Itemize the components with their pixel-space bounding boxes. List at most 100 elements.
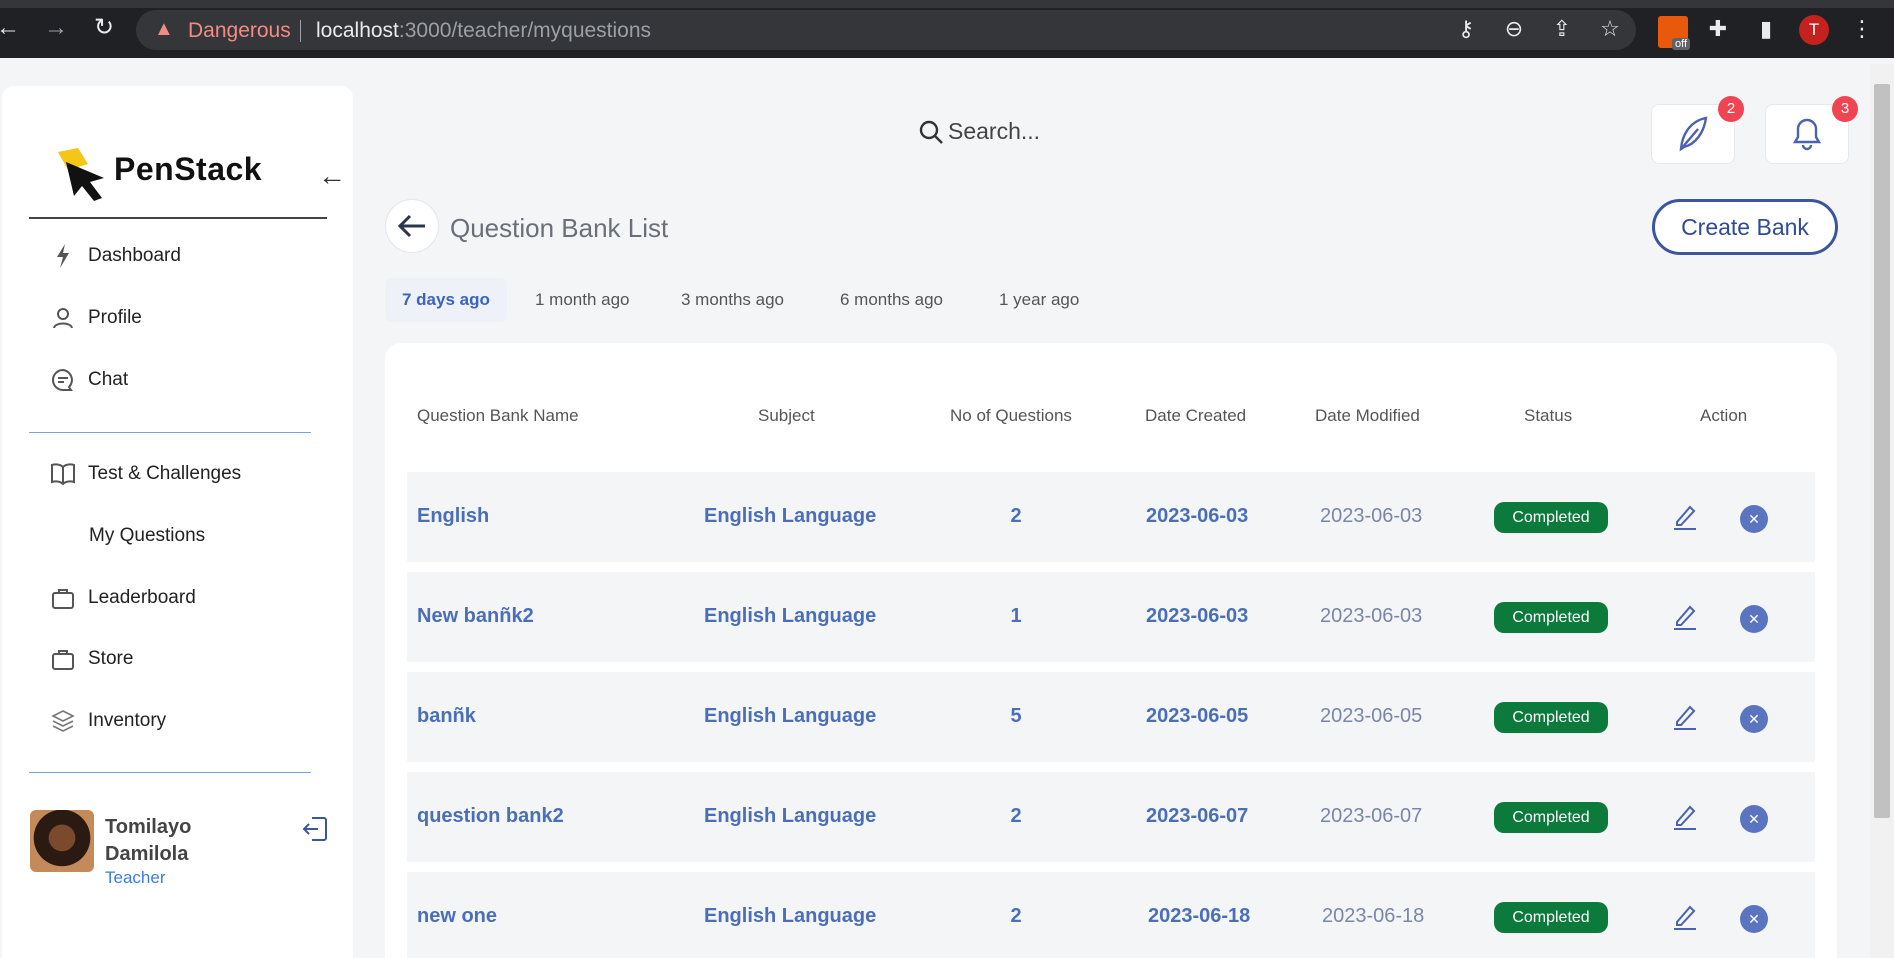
sidebar-item-profile[interactable]: Profile: [50, 302, 142, 334]
edit-icon[interactable]: [1672, 603, 1698, 631]
bell-icon: [1792, 118, 1822, 151]
bank-name[interactable]: banñk: [417, 705, 476, 728]
url-host: localhost: [316, 19, 399, 42]
tab-strip: [0, 0, 1894, 8]
sidebar-item-my-questions[interactable]: My Questions: [89, 520, 205, 552]
bank-subject: English Language: [704, 705, 877, 727]
tab-6-months[interactable]: 6 months ago: [823, 278, 960, 322]
forward-nav-icon[interactable]: →: [42, 14, 70, 42]
sidebar-item-store[interactable]: Store: [50, 643, 133, 675]
status-badge: Completed: [1494, 602, 1608, 633]
delete-icon[interactable]: ✕: [1740, 605, 1768, 633]
scrollbar-thumb[interactable]: [1874, 84, 1890, 818]
sidepanel-icon[interactable]: ▮: [1752, 16, 1780, 42]
bank-name[interactable]: New banñk2: [417, 605, 534, 628]
browser-profile-avatar[interactable]: T: [1799, 15, 1829, 45]
security-label: Dangerous: [188, 19, 291, 42]
tab-3-months[interactable]: 3 months ago: [664, 278, 801, 322]
bank-name[interactable]: new one: [417, 905, 497, 928]
tab-7-days[interactable]: 7 days ago: [385, 278, 507, 322]
sidebar-item-label: Profile: [88, 307, 142, 328]
sidebar-item-leaderboard[interactable]: Leaderboard: [50, 582, 196, 614]
create-bank-button[interactable]: Create Bank: [1652, 199, 1838, 255]
bank-created: 2023-06-03: [1146, 505, 1249, 527]
sidebar-item-test-challenges[interactable]: Test & Challenges: [50, 458, 241, 490]
sidebar-item-dashboard[interactable]: Dashboard: [50, 240, 181, 272]
address-bar[interactable]: ▲ Dangerous localhost:3000/teacher/myque…: [136, 10, 1636, 50]
bank-modified: 2023-06-18: [1322, 905, 1425, 927]
penstack-logo-icon: [58, 148, 104, 201]
reload-icon[interactable]: ↻: [90, 14, 118, 42]
share-icon[interactable]: ⇪: [1548, 16, 1576, 42]
search-bar[interactable]: Search...: [918, 118, 1040, 145]
warning-icon: ▲: [154, 18, 174, 40]
sidebar-item-chat[interactable]: Chat: [50, 364, 128, 396]
extension-icon[interactable]: off: [1658, 16, 1690, 50]
sidebar-item-inventory[interactable]: Inventory: [50, 705, 166, 737]
messages-badge: 2: [1718, 96, 1744, 122]
edit-icon[interactable]: [1672, 803, 1698, 831]
sidebar-item-label: Leaderboard: [88, 587, 196, 608]
edit-icon[interactable]: [1672, 903, 1698, 931]
delete-icon[interactable]: ✕: [1740, 905, 1768, 933]
bank-modified: 2023-06-05: [1320, 705, 1423, 727]
bank-created: 2023-06-18: [1148, 905, 1251, 927]
messages-button[interactable]: 2: [1651, 96, 1744, 164]
bank-subject: English Language: [704, 505, 877, 527]
delete-icon[interactable]: ✕: [1740, 805, 1768, 833]
bank-name[interactable]: question bank2: [417, 805, 564, 828]
collapse-sidebar-icon[interactable]: ←: [318, 160, 346, 192]
sidebar: PenStack ← Dashboard Profile Chat Test &…: [2, 86, 353, 958]
notifications-button[interactable]: 3: [1765, 96, 1858, 164]
bank-name[interactable]: English: [417, 505, 489, 528]
user-role: Teacher: [105, 868, 166, 887]
sidebar-item-label: My Questions: [89, 525, 206, 546]
edit-icon[interactable]: [1672, 503, 1698, 531]
url-text: localhost:3000/teacher/myquestions: [316, 19, 651, 43]
bank-modified: 2023-06-07: [1320, 805, 1423, 827]
zoom-icon[interactable]: ⊖: [1500, 16, 1528, 42]
key-icon[interactable]: ⚷: [1452, 16, 1480, 42]
page-scrollbar[interactable]: [1870, 64, 1894, 958]
search-placeholder: Search...: [948, 118, 1041, 144]
status-badge: Completed: [1494, 902, 1608, 933]
column-header-created: Date Created: [1145, 406, 1247, 425]
star-icon[interactable]: ☆: [1596, 16, 1624, 42]
bank-subject: English Language: [704, 905, 877, 927]
bank-created: 2023-06-05: [1146, 705, 1249, 727]
url-path: :3000/teacher/myquestions: [398, 19, 652, 42]
status-badge: Completed: [1494, 702, 1608, 733]
column-header-action: Action: [1700, 406, 1748, 425]
bank-subject: English Language: [704, 605, 877, 627]
sidebar-item-label: Test & Challenges: [88, 463, 242, 484]
extension-off-label: off: [1671, 38, 1690, 50]
logout-icon[interactable]: [300, 814, 330, 844]
bank-count: 1: [1010, 605, 1022, 627]
edit-icon[interactable]: [1672, 703, 1698, 731]
bank-modified: 2023-06-03: [1320, 505, 1423, 527]
bag-icon: [50, 585, 76, 611]
user-icon: [50, 305, 76, 331]
sidebar-divider: [29, 432, 311, 433]
status-badge: Completed: [1494, 802, 1608, 833]
bank-modified: 2023-06-03: [1320, 605, 1423, 627]
tab-1-month[interactable]: 1 month ago: [518, 278, 647, 322]
avatar: [30, 810, 94, 872]
bank-count: 5: [1010, 705, 1022, 727]
kebab-menu-icon[interactable]: ⋮: [1848, 16, 1876, 42]
back-nav-icon[interactable]: ←: [0, 14, 22, 42]
layers-icon: [50, 708, 76, 734]
browser-chrome: ← → ↻ ▲ Dangerous localhost:3000/teacher…: [0, 0, 1894, 58]
bank-created: 2023-06-03: [1146, 605, 1249, 627]
delete-icon[interactable]: ✕: [1740, 705, 1768, 733]
tab-1-year[interactable]: 1 year ago: [982, 278, 1096, 322]
column-header-subject: Subject: [758, 406, 815, 425]
sidebar-divider: [29, 217, 327, 219]
column-header-name: Question Bank Name: [417, 406, 579, 425]
arrow-left-icon: [397, 214, 425, 238]
column-header-modified: Date Modified: [1315, 406, 1420, 425]
back-button[interactable]: [385, 199, 439, 253]
delete-icon[interactable]: ✕: [1740, 505, 1768, 533]
sidebar-item-label: Dashboard: [88, 245, 181, 266]
puzzle-icon[interactable]: ✚: [1704, 16, 1732, 42]
